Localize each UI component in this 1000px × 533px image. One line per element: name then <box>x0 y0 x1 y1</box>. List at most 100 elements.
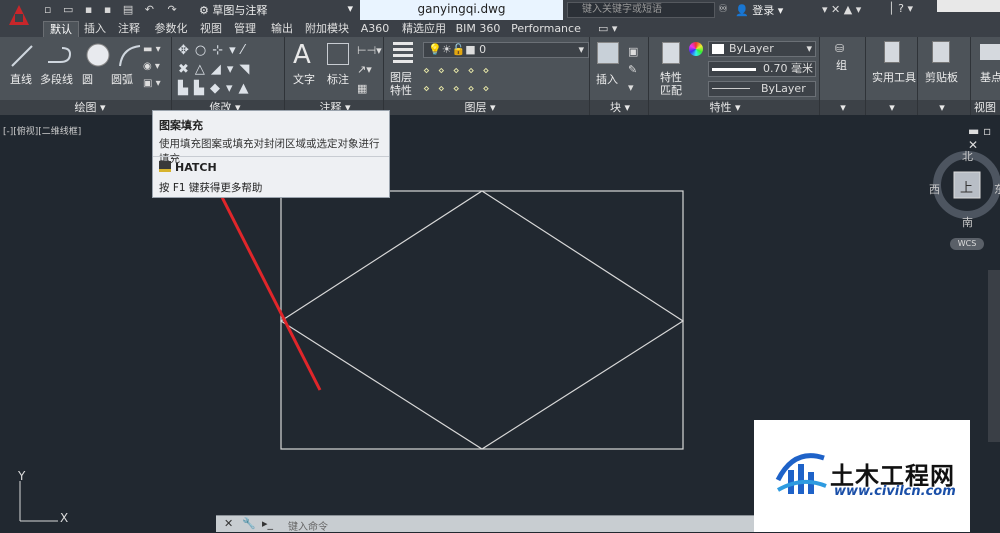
wcs-menu[interactable]: WCS <box>950 238 984 250</box>
block-panel-title[interactable]: 块 ▾ <box>600 101 640 114</box>
draw-small-tools[interactable]: ▬ ▾ ◉ ▾ ▣ ▾ <box>143 41 161 92</box>
layer-tools[interactable]: ⋄⋄⋄⋄⋄ ⋄⋄⋄⋄⋄ <box>423 62 497 98</box>
command-prompt-icon[interactable]: ▸_ <box>262 517 273 532</box>
user-icon: 👤 <box>735 4 749 17</box>
line-button[interactable]: 直线 <box>10 71 32 87</box>
tab-view[interactable]: 视图 <box>196 21 226 37</box>
ribbon-toggle-icon[interactable]: ▭ ▾ <box>598 22 617 35</box>
modify-tools[interactable]: ✥○⊹▾⁄ ✖△◢▾◥ ▙▙◆▾▲ <box>178 41 255 98</box>
new-icon[interactable]: ▫ <box>44 3 51 16</box>
navigation-bar[interactable] <box>988 270 1000 442</box>
text-button[interactable]: 文字 <box>293 71 315 87</box>
chevron-down-icon: ▾ <box>347 2 353 15</box>
clipboard-button[interactable]: 剪贴板 <box>925 69 958 85</box>
save-icon[interactable]: ▪ <box>85 3 92 16</box>
viewcube-top-label[interactable]: 上 <box>960 177 973 196</box>
divider <box>917 37 918 115</box>
open-icon[interactable]: ▭ <box>63 3 73 16</box>
text-icon[interactable]: A <box>293 40 311 70</box>
tab-a360[interactable]: A360 <box>357 21 393 37</box>
color-dropdown[interactable]: ByLayer ▾ <box>708 41 816 57</box>
match-properties-icon[interactable] <box>662 42 680 64</box>
compass-east: 东 <box>994 183 1000 196</box>
match-properties-button[interactable]: 特性 匹配 <box>660 71 682 97</box>
redo-icon[interactable]: ↷ <box>167 3 176 16</box>
base-view-button[interactable]: 基点 <box>980 69 1000 85</box>
wrench-icon[interactable]: 🔧 <box>242 517 256 532</box>
tab-bim360[interactable]: BIM 360 <box>455 21 501 37</box>
linetype-value: ByLayer <box>761 82 806 95</box>
tab-insert[interactable]: 插入 <box>80 21 110 37</box>
polyline-button[interactable]: 多段线 <box>40 71 73 87</box>
tab-annotate[interactable]: 注释 <box>114 21 144 37</box>
compass-north: 北 <box>962 150 973 163</box>
dimension-icon[interactable] <box>327 43 349 65</box>
tab-parametric[interactable]: 参数化 <box>150 21 192 37</box>
layer-properties-label-1: 图层 <box>390 71 412 84</box>
viewport-controls[interactable]: [-][俯视][二维线框] <box>3 124 81 137</box>
command-input[interactable]: 键入命令 <box>288 518 328 533</box>
annotation-small-tools[interactable]: ⊢⊣▾ ↗▾ ▦ <box>357 41 382 98</box>
close-icon[interactable]: ✕ <box>224 517 233 532</box>
insert-button[interactable]: 插入 <box>596 71 618 87</box>
print-icon[interactable]: ▤ <box>123 3 133 16</box>
exchange-icon[interactable]: ▾ ✕ ▲ ▾ <box>822 3 861 16</box>
tab-manage[interactable]: 管理 <box>230 21 260 37</box>
block-small-tools[interactable]: ▣ ✎ ▾ <box>628 43 638 97</box>
tab-output[interactable]: 输出 <box>267 21 297 37</box>
clipboard-icon[interactable] <box>932 41 950 63</box>
layer-dropdown[interactable]: 💡☀🔓■ 0 ▾ <box>423 42 589 58</box>
layer-value: 0 <box>479 43 487 56</box>
hatch-icon <box>159 161 171 172</box>
tooltip-title: 图案填充 <box>159 119 203 132</box>
divider <box>589 37 590 115</box>
linetype-dropdown[interactable]: ByLayer <box>708 81 816 97</box>
watermark-url: www.civilcn.com <box>834 484 956 499</box>
saveas-icon[interactable]: ▪ <box>104 3 111 16</box>
tab-performance[interactable]: Performance <box>508 21 584 37</box>
site-watermark: 土木工程网 www.civilcn.com <box>754 420 970 532</box>
calculator-icon[interactable] <box>884 41 900 63</box>
login-button[interactable]: 👤 登录 ▾ <box>735 2 783 18</box>
color-swatch <box>712 44 724 54</box>
autocad-logo-icon <box>9 5 29 25</box>
search-input[interactable]: 键入关键字或短语 <box>567 2 715 18</box>
divider <box>819 37 820 115</box>
groups-panel-title[interactable]: ▾ <box>836 101 850 114</box>
civilcn-logo-icon <box>775 453 827 494</box>
view-panel-title[interactable]: 视图 ▾ <box>970 101 1000 127</box>
utilities-button[interactable]: 实用工具 <box>872 69 916 85</box>
tab-featured-apps[interactable]: 精选应用 <box>398 21 450 37</box>
match-properties-label-1: 特性 <box>660 71 682 84</box>
draw-panel-title[interactable]: 绘图 ▾ <box>40 101 140 114</box>
divider <box>865 37 866 115</box>
circle-button[interactable]: 圆 <box>82 71 93 87</box>
arc-button[interactable]: 圆弧 <box>111 71 133 87</box>
layer-properties-icon[interactable] <box>393 42 413 64</box>
dimension-button[interactable]: 标注 <box>327 71 349 87</box>
window-controls[interactable] <box>937 0 1000 12</box>
undo-icon[interactable]: ↶ <box>145 3 154 16</box>
group-button[interactable]: 组 <box>836 57 847 73</box>
layer-properties-button[interactable]: 图层 特性 <box>390 71 412 97</box>
properties-panel-title[interactable]: 特性 ▾ <box>700 101 750 114</box>
layers-panel-title[interactable]: 图层 ▾ <box>450 101 510 114</box>
lineweight-value: 0.70 毫米 <box>763 62 813 75</box>
workspace-selector[interactable]: ⚙ 草图与注释 ▾ <box>199 2 355 18</box>
divider <box>171 37 172 115</box>
application-menu-button[interactable] <box>0 0 38 37</box>
tab-default[interactable]: 默认 <box>43 21 79 37</box>
tab-addins[interactable]: 附加模块 <box>304 21 350 37</box>
clipboard-panel-title[interactable]: ▾ <box>935 101 949 114</box>
color-wheel-icon <box>689 42 703 56</box>
insert-block-icon[interactable] <box>597 42 619 64</box>
help-icon[interactable]: │ ? ▾ <box>888 2 913 15</box>
group-icon[interactable]: ⛁ <box>835 42 844 55</box>
binoculars-icon[interactable]: ♾ <box>718 2 728 15</box>
utilities-panel-title[interactable]: ▾ <box>885 101 899 114</box>
color-value: ByLayer <box>729 42 774 55</box>
command-line[interactable]: ✕ 🔧 ▸_ 键入命令 <box>216 515 756 533</box>
divider <box>648 37 649 115</box>
base-view-icon[interactable] <box>980 44 1000 60</box>
hatch-tooltip: 图案填充 使用填充图案或填充对封闭区域或选定对象进行填充 HATCH 按 F1 … <box>152 110 390 198</box>
